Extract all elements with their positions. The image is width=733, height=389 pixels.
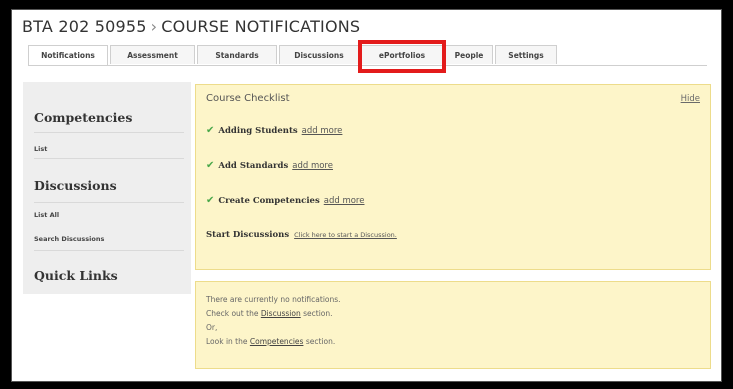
add-more-link[interactable]: add more bbox=[302, 126, 343, 136]
page-name: COURSE NOTIFICATIONS bbox=[161, 17, 361, 36]
tab-settings[interactable]: Settings bbox=[495, 45, 557, 64]
tab-discussions[interactable]: Discussions bbox=[279, 45, 359, 64]
tab-assessment[interactable]: Assessment bbox=[110, 45, 195, 64]
page-title: BTA 202 50955 › COURSE NOTIFICATIONS bbox=[22, 17, 360, 36]
tab-notifications[interactable]: Notifications bbox=[28, 45, 108, 65]
checklist-item: ✔ Create Competencies add more bbox=[206, 195, 364, 206]
sidebar-item-list[interactable]: List bbox=[34, 145, 47, 153]
divider bbox=[34, 202, 184, 203]
sidebar-item-search-discussions[interactable]: Search Discussions bbox=[34, 235, 104, 243]
divider bbox=[34, 132, 184, 133]
or-text: Or, bbox=[206, 323, 218, 332]
start-discussion-link[interactable]: Click here to start a Discussion. bbox=[294, 231, 397, 239]
divider bbox=[34, 250, 184, 251]
divider bbox=[34, 158, 184, 159]
checklist-item-label: Create Competencies bbox=[218, 195, 320, 206]
tab-standards[interactable]: Standards bbox=[197, 45, 277, 64]
hint-text: section. bbox=[305, 337, 336, 346]
add-more-link[interactable]: add more bbox=[292, 161, 333, 171]
no-notifications-text: There are currently no notifications. bbox=[206, 295, 341, 304]
sidebar-heading-quick-links: Quick Links bbox=[34, 268, 118, 283]
checkmark-icon: ✔ bbox=[206, 160, 215, 171]
checklist-item: ✔ Adding Students add more bbox=[206, 125, 342, 136]
checklist-title: Course Checklist bbox=[206, 93, 290, 104]
checklist-item: ✔ Add Standards add more bbox=[206, 160, 333, 171]
notifications-panel: There are currently no notifications. Ch… bbox=[195, 281, 711, 369]
tab-people[interactable]: People bbox=[445, 45, 493, 64]
page-window: BTA 202 50955 › COURSE NOTIFICATIONS Notif… bbox=[11, 9, 722, 382]
checkmark-icon: ✔ bbox=[206, 125, 215, 136]
hide-link[interactable]: Hide bbox=[681, 94, 700, 104]
breadcrumb-separator: › bbox=[150, 17, 158, 36]
sidebar: Competencies List Discussions List All S… bbox=[23, 82, 191, 294]
hint-text: section. bbox=[303, 309, 333, 318]
hint-text: Check out the bbox=[206, 309, 259, 318]
hint-text: Look in the bbox=[206, 337, 248, 346]
course-checklist-panel: Course Checklist Hide ✔ Adding Students … bbox=[195, 84, 711, 270]
discussion-link[interactable]: Discussion bbox=[261, 309, 301, 318]
discussion-hint: Check out the Discussion section. bbox=[206, 309, 333, 318]
sidebar-heading-competencies: Competencies bbox=[34, 110, 133, 125]
start-discussions-row: Start Discussions Click here to start a … bbox=[206, 230, 397, 240]
checkmark-icon: ✔ bbox=[206, 195, 215, 206]
eportfolios-highlight-box bbox=[358, 40, 446, 73]
checklist-item-label: Add Standards bbox=[218, 160, 289, 171]
competencies-link[interactable]: Competencies bbox=[250, 337, 304, 346]
sidebar-item-list-all[interactable]: List All bbox=[34, 211, 59, 219]
add-more-link[interactable]: add more bbox=[324, 196, 365, 206]
checklist-item-label: Adding Students bbox=[218, 125, 298, 136]
start-discussions-label: Start Discussions bbox=[206, 230, 290, 240]
course-code: BTA 202 50955 bbox=[22, 17, 147, 36]
competencies-hint: Look in the Competencies section. bbox=[206, 337, 335, 346]
sidebar-heading-discussions: Discussions bbox=[34, 178, 117, 193]
